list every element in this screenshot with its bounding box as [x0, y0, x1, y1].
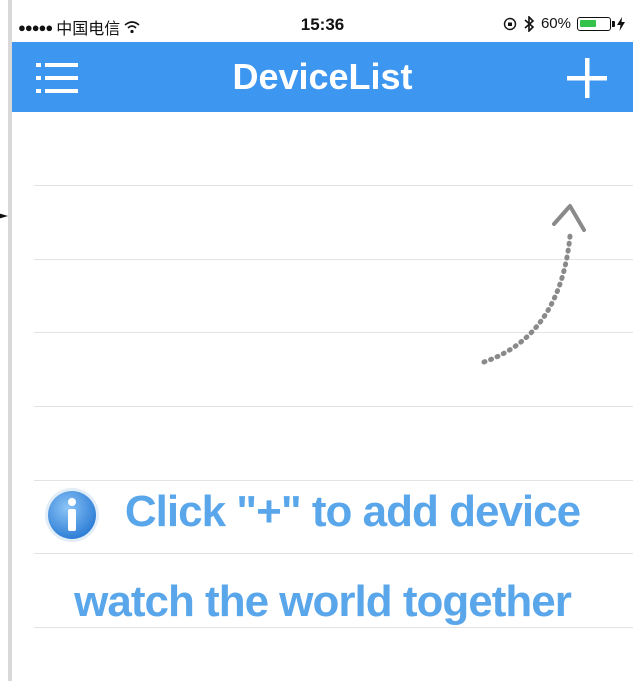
- status-right: 60%: [503, 15, 625, 32]
- list-divider: [34, 553, 633, 554]
- empty-state-hint-line2: watch the world together: [74, 577, 572, 626]
- nav-bar: DeviceList: [12, 42, 633, 112]
- dotted-hint-arrow-icon: [481, 204, 586, 365]
- battery-tip: [612, 20, 615, 27]
- device-list-area: Click "+" to add device watch the world …: [12, 112, 633, 681]
- list-divider: [34, 627, 633, 628]
- list-divider: [34, 480, 633, 481]
- list-divider: [34, 185, 633, 186]
- bluetooth-icon: [524, 15, 535, 32]
- charging-bolt-icon: [617, 16, 625, 31]
- add-device-button[interactable]: [563, 54, 611, 102]
- page-title: DeviceList: [232, 56, 413, 97]
- plus-icon: [567, 58, 607, 98]
- orientation-lock-icon: [503, 17, 517, 30]
- phone-screen: ●●●●● 中国电信 15:36 60% DeviceList Click "+…: [12, 8, 633, 681]
- empty-state-hint-line1: Click "+" to add device: [124, 487, 581, 536]
- status-bar: ●●●●● 中国电信 15:36 60%: [12, 8, 633, 42]
- edge-arrow-icon: [0, 213, 8, 219]
- battery-icon: [577, 16, 615, 31]
- list-divider: [34, 406, 633, 407]
- battery-level-fill: [580, 19, 596, 27]
- battery-percent: 60%: [540, 15, 571, 32]
